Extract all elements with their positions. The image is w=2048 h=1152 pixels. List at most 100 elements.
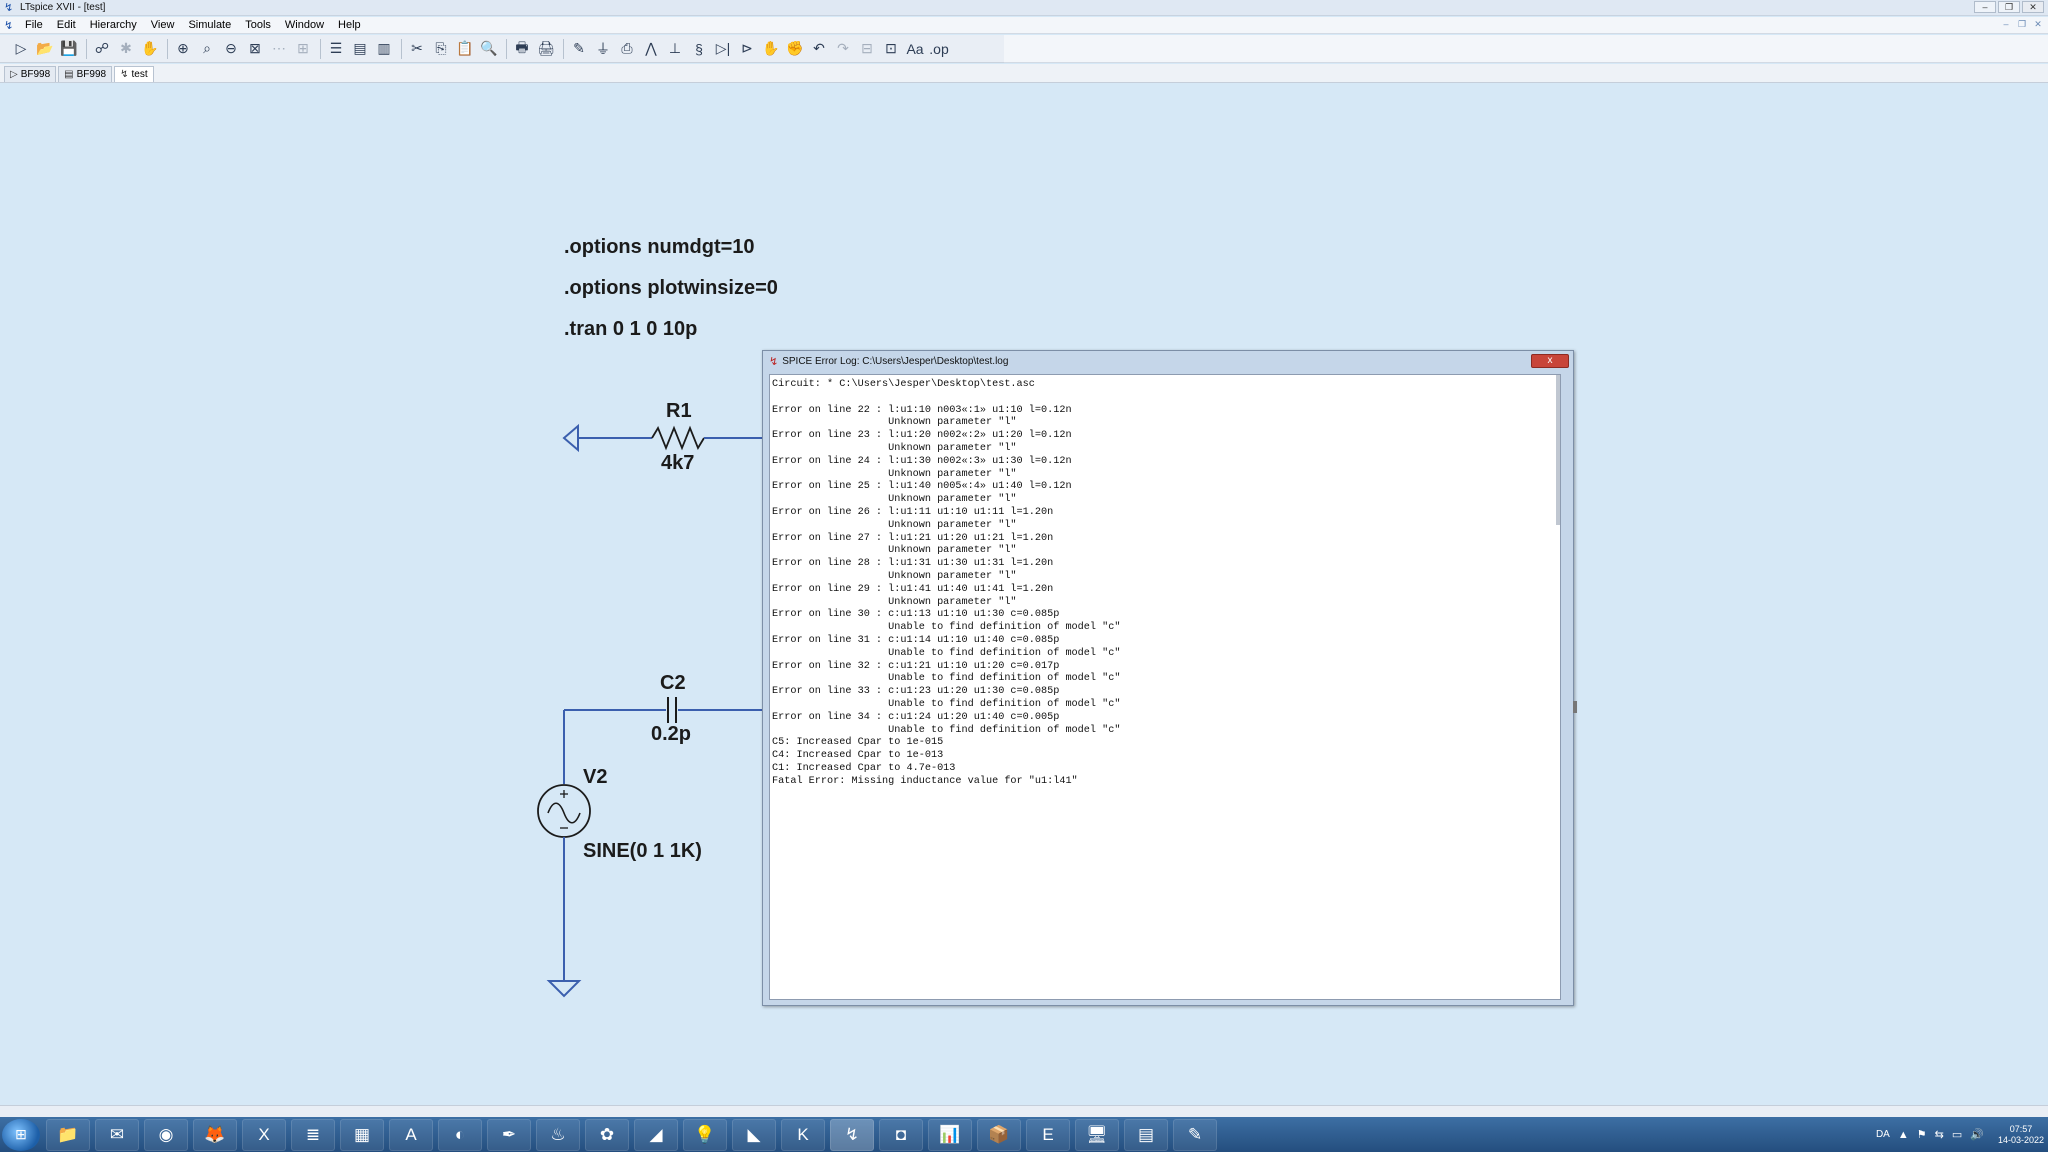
- copy-icon[interactable]: ⎘: [430, 38, 452, 60]
- net-label-flag[interactable]: [562, 423, 579, 453]
- restore-button[interactable]: ❐: [1998, 1, 2020, 13]
- ground-icon[interactable]: ⏚: [592, 38, 614, 60]
- action-center-icon[interactable]: ⚑: [1917, 1128, 1927, 1141]
- taskbar-app-k-icon[interactable]: K: [781, 1118, 825, 1151]
- taskbar-excel-icon[interactable]: X: [242, 1118, 286, 1151]
- error-log-text-area[interactable]: Circuit: * C:\Users\Jesper\Desktop\test.…: [769, 374, 1561, 1000]
- spice-directive-plotwinsize[interactable]: .options plotwinsize=0: [564, 277, 778, 300]
- drag-icon[interactable]: ✊: [784, 38, 806, 60]
- run-icon[interactable]: ✱: [115, 38, 137, 60]
- taskbar-app-orange-icon[interactable]: ♨: [536, 1118, 580, 1151]
- c2-name-label[interactable]: C2: [660, 672, 686, 695]
- r1-name-label[interactable]: R1: [666, 400, 692, 423]
- cut-icon[interactable]: ✂: [406, 38, 428, 60]
- mirror-icon[interactable]: ⊡: [880, 38, 902, 60]
- menu-hierarchy[interactable]: Hierarchy: [83, 19, 144, 31]
- new-schematic-icon[interactable]: ▷: [10, 38, 32, 60]
- r1-value-label[interactable]: 4k7: [661, 452, 694, 475]
- taskbar-app-chart-icon[interactable]: 📊: [928, 1118, 972, 1151]
- taskbar-app-red-icon[interactable]: ◢: [634, 1118, 678, 1151]
- tile-horizontal-icon[interactable]: ☰: [325, 38, 347, 60]
- print-icon[interactable]: 🖶: [511, 38, 533, 60]
- doc-restore-button[interactable]: ❐: [2016, 19, 2028, 30]
- control-panel-icon[interactable]: ☍: [91, 38, 113, 60]
- cascade-icon[interactable]: ▥: [373, 38, 395, 60]
- tile-icon[interactable]: ⊞: [292, 38, 314, 60]
- label-net-icon[interactable]: ⎙: [616, 38, 638, 60]
- taskbar-app-blue-icon[interactable]: ◘: [879, 1118, 923, 1151]
- inductor-icon[interactable]: §: [688, 38, 710, 60]
- open-icon[interactable]: 📂: [34, 38, 56, 60]
- find-icon[interactable]: 🔍: [478, 38, 500, 60]
- menu-view[interactable]: View: [144, 19, 182, 31]
- tab-test-schematic[interactable]: ↯ test: [114, 66, 154, 82]
- close-button[interactable]: ✕: [2022, 1, 2044, 13]
- volume-icon[interactable]: 🔊: [1970, 1128, 1984, 1141]
- spice-error-log-window[interactable]: ↯ SPICE Error Log: C:\Users\Jesper\Deskt…: [762, 350, 1577, 1006]
- spice-directive-icon[interactable]: .op: [928, 38, 950, 60]
- spice-directive-numdgt[interactable]: .options numdgt=10: [564, 236, 755, 259]
- taskbar-app-pen-icon[interactable]: ✒: [487, 1118, 531, 1151]
- undo-icon[interactable]: ↶: [808, 38, 830, 60]
- taskbar-ltspice-icon[interactable]: ↯: [830, 1118, 874, 1151]
- print-setup-icon[interactable]: 🖨: [535, 38, 557, 60]
- paste-icon[interactable]: 📋: [454, 38, 476, 60]
- spice-directive-tran[interactable]: .tran 0 1 0 10p: [564, 318, 697, 341]
- language-indicator[interactable]: DA: [1876, 1129, 1890, 1140]
- c2-value-label[interactable]: 0.2p: [651, 723, 691, 746]
- text-icon[interactable]: Aa: [904, 38, 926, 60]
- tab-bf998-netlist[interactable]: ▤ BF998: [58, 66, 113, 82]
- diode-icon[interactable]: ▷|: [712, 38, 734, 60]
- error-log-close-button[interactable]: x: [1531, 354, 1569, 368]
- taskbar-app-box-icon[interactable]: 📦: [977, 1118, 1021, 1151]
- minimize-button[interactable]: –: [1974, 1, 1996, 13]
- v2-name-label[interactable]: V2: [583, 766, 607, 789]
- v2-value-label[interactable]: SINE(0 1 1K): [583, 840, 702, 863]
- taskbar-chrome-icon[interactable]: ◉: [144, 1118, 188, 1151]
- component-icon[interactable]: ⊳: [736, 38, 758, 60]
- error-log-title-bar[interactable]: ↯ SPICE Error Log: C:\Users\Jesper\Deskt…: [763, 351, 1573, 371]
- menu-file[interactable]: File: [18, 19, 50, 31]
- error-log-text[interactable]: Circuit: * C:\Users\Jesper\Desktop\test.…: [770, 375, 1560, 793]
- taskbar-outlook-icon[interactable]: ✉: [95, 1118, 139, 1151]
- tile-vertical-icon[interactable]: ▤: [349, 38, 371, 60]
- tab-bf998-symbol[interactable]: ▷ BF998: [4, 66, 57, 82]
- start-button[interactable]: ⊞: [2, 1118, 40, 1151]
- resize-grip[interactable]: [1573, 701, 1577, 713]
- taskbar-app-circle-icon[interactable]: ◐: [438, 1118, 482, 1151]
- taskbar-app-edit-icon[interactable]: ✎: [1173, 1118, 1217, 1151]
- taskbar-app-green-icon[interactable]: ◣: [732, 1118, 776, 1151]
- error-log-scrollbar[interactable]: [1556, 375, 1560, 525]
- zoom-in-icon[interactable]: ⊕: [172, 38, 194, 60]
- doc-close-button[interactable]: ✕: [2032, 19, 2044, 30]
- halt-icon[interactable]: ✋: [139, 38, 161, 60]
- menu-edit[interactable]: Edit: [50, 19, 83, 31]
- clock[interactable]: 07:57 14-03-2022: [1998, 1124, 2044, 1146]
- redo-icon[interactable]: ↷: [832, 38, 854, 60]
- zoom-fit-icon[interactable]: ⊠: [244, 38, 266, 60]
- taskbar-explorer-icon[interactable]: 📁: [46, 1118, 90, 1151]
- document-system-icon[interactable]: ↯: [4, 19, 18, 32]
- taskbar-app-bulb-icon[interactable]: 💡: [683, 1118, 727, 1151]
- autoscale-icon[interactable]: ⋯: [268, 38, 290, 60]
- taskbar-app-monitor-icon[interactable]: 🖥: [1075, 1118, 1119, 1151]
- zoom-area-icon[interactable]: ⌕: [196, 38, 218, 60]
- menu-simulate[interactable]: Simulate: [181, 19, 238, 31]
- rotate-icon[interactable]: ⊟: [856, 38, 878, 60]
- taskbar-word-doc-icon[interactable]: ≣: [291, 1118, 335, 1151]
- ltspice-app-icon[interactable]: ↯: [4, 2, 16, 14]
- save-icon[interactable]: 💾: [58, 38, 80, 60]
- taskbar-spreadsheet-icon[interactable]: ▦: [340, 1118, 384, 1151]
- taskbar-app-doc-icon[interactable]: ▤: [1124, 1118, 1168, 1151]
- doc-minimize-button[interactable]: –: [2000, 19, 2012, 30]
- move-icon[interactable]: ✋: [760, 38, 782, 60]
- resistor-r1-symbol[interactable]: [651, 425, 705, 451]
- menu-tools[interactable]: Tools: [238, 19, 278, 31]
- taskbar-app-pink-icon[interactable]: ✿: [585, 1118, 629, 1151]
- taskbar-app-e-icon[interactable]: E: [1026, 1118, 1070, 1151]
- menu-window[interactable]: Window: [278, 19, 331, 31]
- taskbar-acrobat-icon[interactable]: A: [389, 1118, 433, 1151]
- menu-help[interactable]: Help: [331, 19, 368, 31]
- zoom-out-icon[interactable]: ⊖: [220, 38, 242, 60]
- taskbar-firefox-icon[interactable]: 🦊: [193, 1118, 237, 1151]
